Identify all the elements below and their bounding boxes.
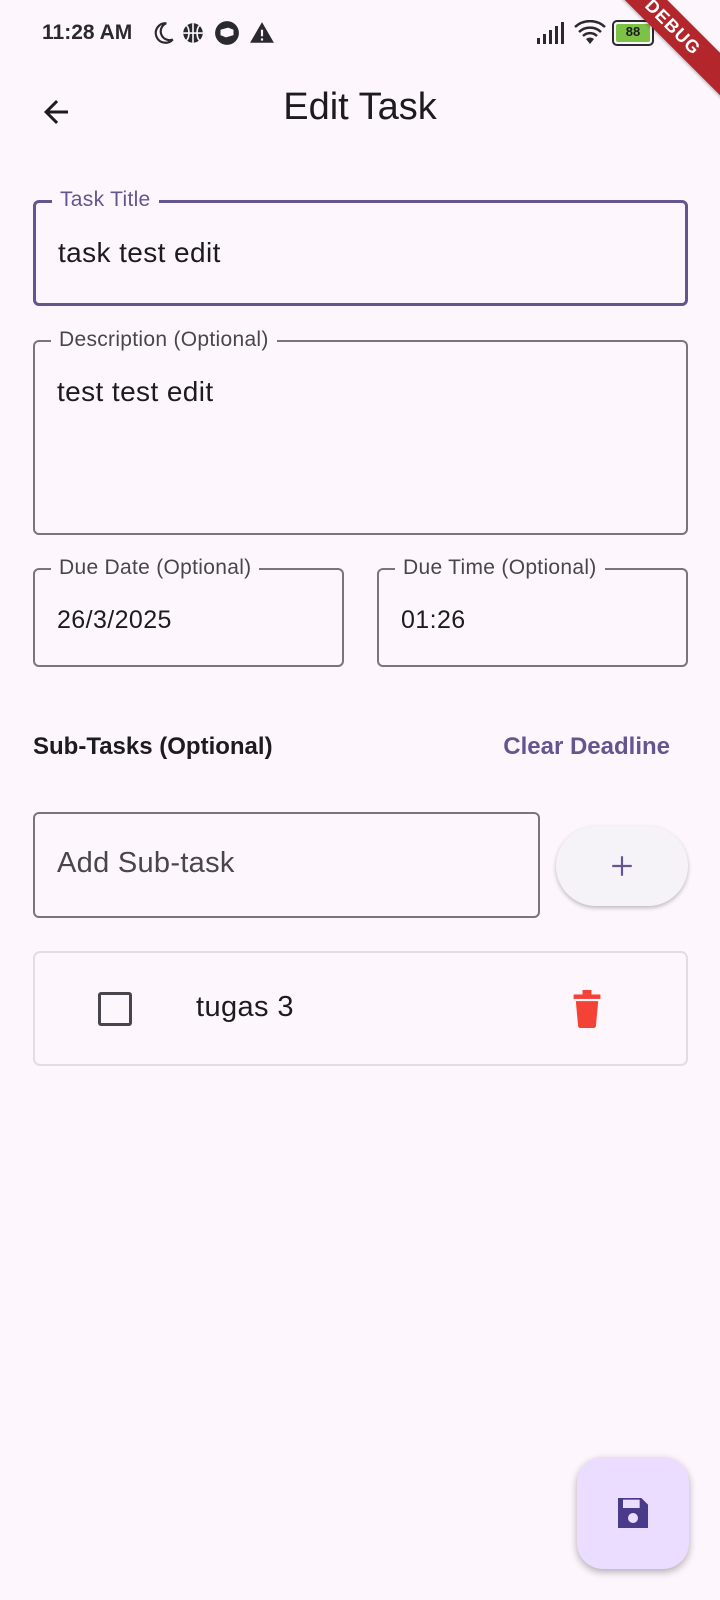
page-title: Edit Task — [283, 86, 437, 128]
subtasks-title: Sub-Tasks (Optional) — [33, 733, 273, 760]
due-time-value: 01:26 — [401, 606, 466, 634]
battery-level: 88 — [616, 24, 650, 42]
task-title-value: task test edit — [58, 237, 221, 268]
due-date-field[interactable]: Due Date (Optional) 26/3/2025 — [33, 555, 344, 667]
delete-subtask-button[interactable] — [565, 987, 609, 1031]
due-time-label: Due Time (Optional) — [395, 555, 605, 581]
add-subtask-input[interactable]: Add Sub-task — [33, 812, 540, 918]
due-date-value: 26/3/2025 — [57, 606, 172, 634]
signal-icon — [537, 22, 564, 44]
status-bar: 11:28 AM 88 — [0, 0, 720, 70]
trash-icon — [573, 990, 601, 1028]
due-date-label: Due Date (Optional) — [51, 555, 260, 581]
subtask-item: tugas 3 — [33, 951, 688, 1066]
save-button[interactable] — [577, 1457, 689, 1569]
warning-icon — [250, 22, 274, 43]
moon-icon — [154, 22, 174, 44]
basketball-icon — [183, 23, 203, 43]
message-icon — [215, 21, 239, 45]
description-value: test test edit — [57, 376, 214, 407]
task-title-label: Task Title — [52, 187, 159, 213]
save-icon — [618, 1498, 648, 1528]
add-subtask-placeholder: Add Sub-task — [57, 847, 235, 879]
subtask-checkbox[interactable] — [98, 992, 132, 1026]
status-time: 11:28 AM — [42, 21, 133, 44]
task-title-field[interactable]: Task Title task test edit — [33, 187, 688, 306]
add-subtask-button[interactable] — [556, 826, 688, 906]
subtask-label: tugas 3 — [196, 991, 294, 1023]
description-label: Description (Optional) — [51, 327, 277, 353]
due-time-field[interactable]: Due Time (Optional) 01:26 — [377, 555, 688, 667]
plus-icon — [612, 856, 632, 876]
description-field[interactable]: Description (Optional) test test edit — [33, 327, 688, 535]
wifi-icon — [574, 20, 606, 44]
clear-deadline-button[interactable]: Clear Deadline — [503, 733, 670, 761]
